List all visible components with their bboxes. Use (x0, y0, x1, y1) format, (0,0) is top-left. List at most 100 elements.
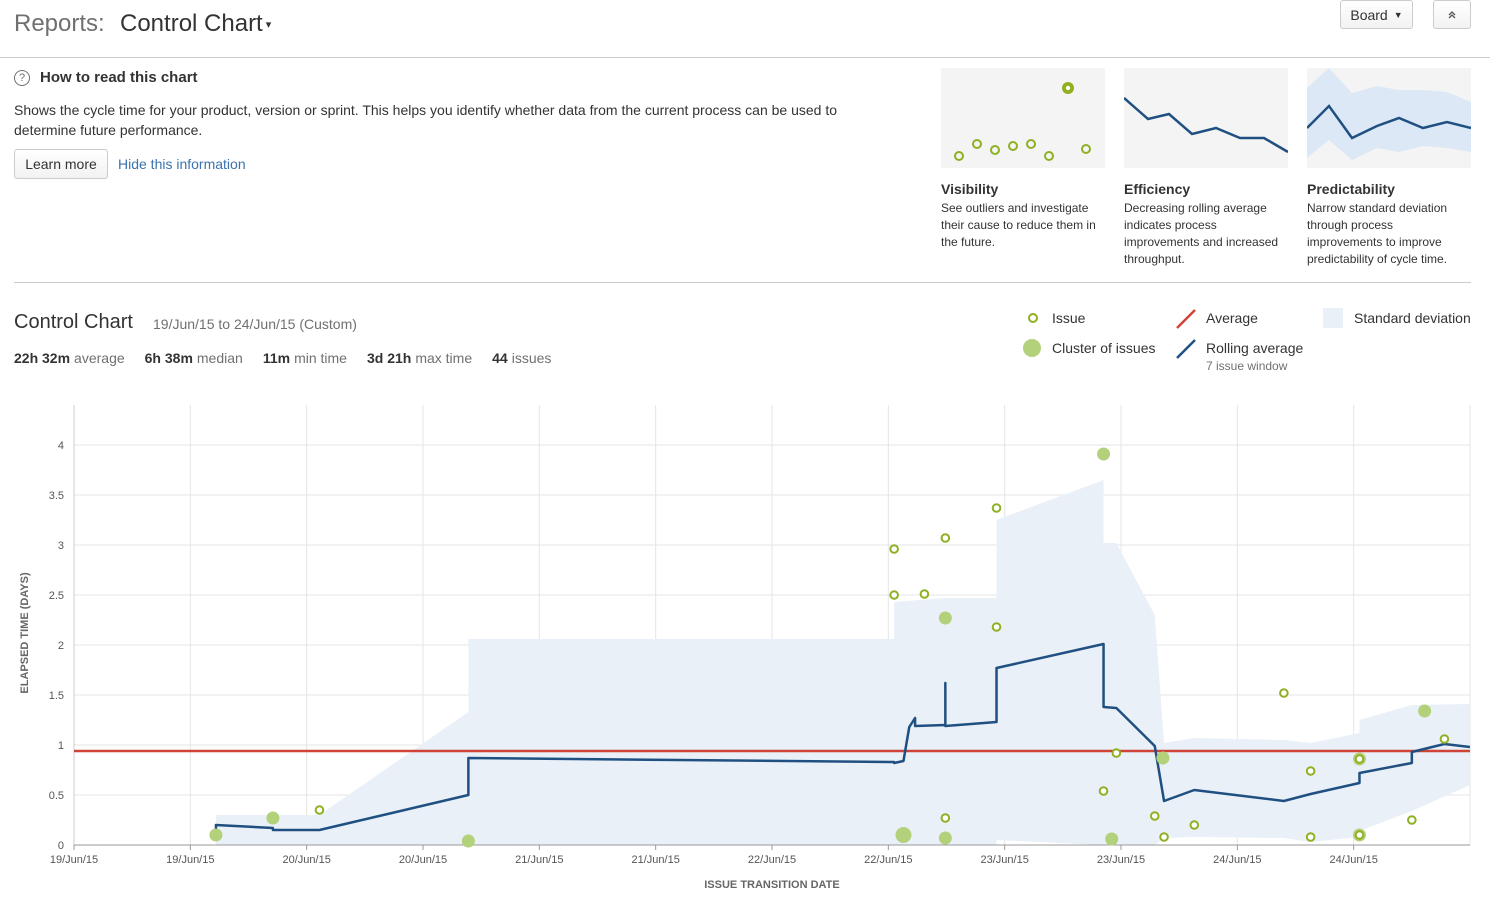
y-tick-label: 0 (58, 840, 64, 852)
date-range[interactable]: 19/Jun/15 to 24/Jun/15 (Custom) (153, 316, 357, 332)
visibility-card: Visibility See outliers and investigate … (941, 68, 1105, 251)
cluster-point (461, 834, 475, 848)
stat-max-time: 3d 21h max time (367, 350, 472, 366)
issue-point (1354, 754, 1365, 764)
y-axis-title: ELAPSED TIME (DAYS) (19, 572, 31, 694)
y-tick-label: 2 (58, 640, 64, 652)
stat-median: 6h 38m median (145, 350, 243, 366)
y-tick-label: 2.5 (49, 590, 64, 602)
cluster-point (1105, 832, 1119, 846)
issue-point (991, 503, 1002, 513)
stat-value: 3d 21h (366, 350, 412, 366)
visibility-title: Visibility (941, 181, 999, 197)
issue-point (1305, 832, 1316, 842)
y-tick-label: 0.5 (49, 790, 64, 802)
x-tick-label: 21/Jun/15 (632, 854, 680, 866)
issue-point (919, 589, 930, 599)
issue-point (1159, 832, 1169, 842)
board-button[interactable]: Board ▼ (1340, 0, 1413, 29)
hide-information-link[interactable]: Hide this information (118, 156, 246, 172)
stat-label: issues (511, 350, 552, 366)
section-divider (14, 282, 1471, 283)
issue-point (1098, 786, 1109, 796)
x-tick-label: 19/Jun/15 (50, 854, 98, 866)
legend-standard-deviation[interactable]: Standard deviation (1354, 310, 1471, 326)
report-name: Control Chart (120, 10, 263, 37)
issue-point (889, 544, 899, 554)
cluster-point (1097, 447, 1111, 461)
issue-point (1305, 766, 1316, 776)
help-icon: ? (14, 70, 30, 86)
legend-average-icon (1176, 309, 1196, 329)
chart-stats: 22h 32m average 6h 38m median 11m min time … (14, 350, 571, 366)
info-title: How to read this chart (40, 69, 198, 86)
cluster-point (1156, 751, 1170, 765)
collapse-button[interactable] (1433, 0, 1471, 29)
legend-cluster-icon (1023, 339, 1041, 357)
x-tick-label: 20/Jun/15 (283, 854, 331, 866)
cluster-point (938, 831, 952, 845)
caret-down-icon: ▼ (1393, 9, 1403, 20)
stat-value: 44 (492, 350, 508, 366)
x-tick-label: 22/Jun/15 (864, 854, 912, 866)
chevron-up-icon (1448, 10, 1456, 18)
legend-rolling-average[interactable]: Rolling average (1206, 340, 1303, 356)
x-tick-label: 21/Jun/15 (515, 854, 563, 866)
cluster-point (895, 827, 912, 843)
x-tick-label: 24/Jun/15 (1330, 854, 1378, 866)
report-selector[interactable]: Control Chart ▾ (120, 10, 271, 38)
issue-point (991, 622, 1002, 632)
x-axis-title: ISSUE TRANSITION DATE (704, 879, 839, 891)
issue-point (1279, 688, 1289, 698)
efficiency-text: Decreasing rolling average indicates pro… (1124, 201, 1279, 266)
legend-rolling-window: 7 issue window (1206, 359, 1288, 373)
board-button-label: Board (1350, 6, 1388, 23)
stat-label: average (74, 350, 125, 366)
predictability-thumbnail (1306, 68, 1472, 168)
legend-average[interactable]: Average (1206, 310, 1258, 326)
y-tick-label: 1 (58, 740, 64, 752)
cluster-point (938, 611, 952, 625)
stat-value: 22h 32m (14, 350, 71, 366)
stat-label: median (196, 350, 243, 366)
legend-cluster[interactable]: Cluster of issues (1052, 340, 1155, 356)
x-tick-label: 23/Jun/15 (1097, 854, 1145, 866)
visibility-thumbnail (941, 68, 1105, 168)
x-tick-label: 22/Jun/15 (748, 854, 796, 866)
issue-point (940, 533, 951, 543)
issue-point (940, 813, 951, 823)
legend-issue[interactable]: Issue (1052, 310, 1085, 326)
predictability-title: Predictability (1307, 181, 1395, 197)
reports-label: Reports: (14, 10, 105, 37)
x-tick-label: 20/Jun/15 (399, 854, 447, 866)
control-chart-plot[interactable]: 0 0.5 1 1.5 2 2.5 3 3.5 4 19/Jun/15 19/Jun/15 20/Ju… (0, 395, 1490, 904)
legend-stddev-swatch (1323, 308, 1343, 328)
visibility-text: See outliers and investigate their cause… (941, 201, 1096, 249)
issue-point (1439, 734, 1450, 744)
legend-rolling-icon (1176, 339, 1196, 359)
x-tick-label: 23/Jun/15 (981, 854, 1029, 866)
stat-value: 11m (262, 350, 291, 366)
x-tick-label: 24/Jun/15 (1213, 854, 1261, 866)
caret-down-icon: ▾ (265, 19, 272, 32)
issue-point (1111, 748, 1122, 758)
cluster-point (209, 828, 223, 842)
issue-point (1189, 820, 1200, 830)
issue-point (314, 805, 325, 815)
x-tick-label: 19/Jun/15 (166, 854, 214, 866)
efficiency-thumbnail (1123, 68, 1289, 168)
stat-average: 22h 32m average (14, 350, 125, 366)
stat-issues: 44 issues (492, 350, 551, 366)
predictability-card: Predictability Narrow standard deviation… (1306, 68, 1472, 268)
cluster-point (266, 811, 280, 825)
y-tick-label: 3 (58, 540, 64, 552)
efficiency-card: Efficiency Decreasing rolling average in… (1123, 68, 1289, 268)
std-deviation-band (215, 480, 1471, 845)
stat-value: 6h 38m (144, 350, 193, 366)
issue-point (1354, 830, 1365, 840)
issue-point (1407, 815, 1417, 825)
learn-more-button[interactable]: Learn more (14, 149, 108, 179)
issue-point (889, 590, 899, 600)
efficiency-title: Efficiency (1124, 181, 1191, 197)
page-header: Reports: Control Chart ▾ Board ▼ (0, 0, 1490, 58)
